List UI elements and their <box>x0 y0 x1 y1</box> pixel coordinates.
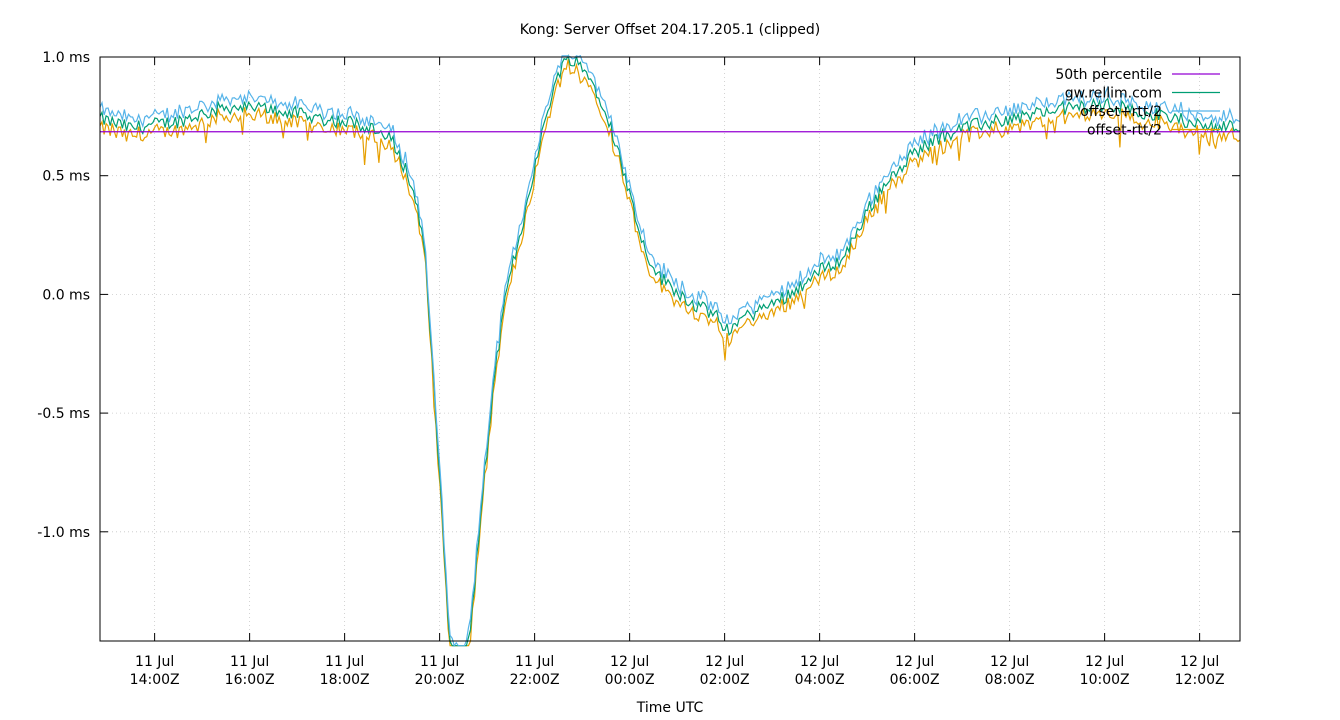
x-tick-date: 11 Jul <box>230 654 269 670</box>
x-tick-time: 10:00Z <box>1080 672 1130 688</box>
x-tick-time: 02:00Z <box>700 672 750 688</box>
legend-label: offset-rtt/2 <box>1087 123 1162 139</box>
x-tick-date: 12 Jul <box>800 654 839 670</box>
legend-label: gw.rellim.com <box>1065 86 1162 102</box>
x-tick-date: 12 Jul <box>705 654 744 670</box>
x-tick-time: 06:00Z <box>890 672 940 688</box>
series-offset-plus-rtt <box>99 55 1241 648</box>
grid <box>100 56 1240 641</box>
x-tick-date: 12 Jul <box>895 654 934 670</box>
legend-label: 50th percentile <box>1055 67 1162 83</box>
x-tick-date: 12 Jul <box>1180 654 1219 670</box>
x-tick-time: 22:00Z <box>510 672 560 688</box>
series-offset-minus-rtt <box>99 59 1241 647</box>
x-tick-date: 11 Jul <box>420 654 459 670</box>
x-tick-time: 14:00Z <box>130 672 180 688</box>
series-gw-rellim-com <box>99 54 1241 647</box>
x-axis-label: Time UTC <box>636 700 704 716</box>
chart: Kong: Server Offset 204.17.205.1 (clippe… <box>37 22 1241 716</box>
x-axis: 11 Jul 14:00Z 11 Jul 16:00Z 11 Jul 18:00Z 11 J… <box>130 57 1225 688</box>
x-tick-time: 18:00Z <box>320 672 370 688</box>
x-tick-date: 12 Jul <box>990 654 1029 670</box>
plot-border <box>99 56 1241 642</box>
y-axis: 1.0 ms 0.5 ms 0.0 ms -0.5 ms -1.0 ms <box>37 50 1240 541</box>
y-tick-label: 1.0 ms <box>42 50 90 66</box>
x-tick-date: 11 Jul <box>515 654 554 670</box>
legend-label: offset+rtt/2 <box>1080 104 1162 120</box>
plot-lines <box>99 54 1241 648</box>
y-tick-label: -1.0 ms <box>37 525 90 541</box>
x-tick-time: 08:00Z <box>985 672 1035 688</box>
x-tick-time: 12:00Z <box>1175 672 1225 688</box>
x-tick-time: 04:00Z <box>795 672 845 688</box>
x-tick-time: 16:00Z <box>225 672 275 688</box>
y-tick-label: -0.5 ms <box>37 406 90 422</box>
x-tick-date: 11 Jul <box>135 654 174 670</box>
y-tick-label: 0.5 ms <box>42 169 90 185</box>
x-tick-time: 00:00Z <box>605 672 655 688</box>
chart-title: Kong: Server Offset 204.17.205.1 (clippe… <box>520 22 821 38</box>
x-tick-date: 12 Jul <box>1085 654 1124 670</box>
x-tick-date: 11 Jul <box>325 654 364 670</box>
legend: 50th percentile gw.rellim.com offset+rtt/2… <box>1055 67 1220 139</box>
x-tick-date: 12 Jul <box>610 654 649 670</box>
y-tick-label: 0.0 ms <box>42 287 90 303</box>
x-tick-time: 20:00Z <box>415 672 465 688</box>
